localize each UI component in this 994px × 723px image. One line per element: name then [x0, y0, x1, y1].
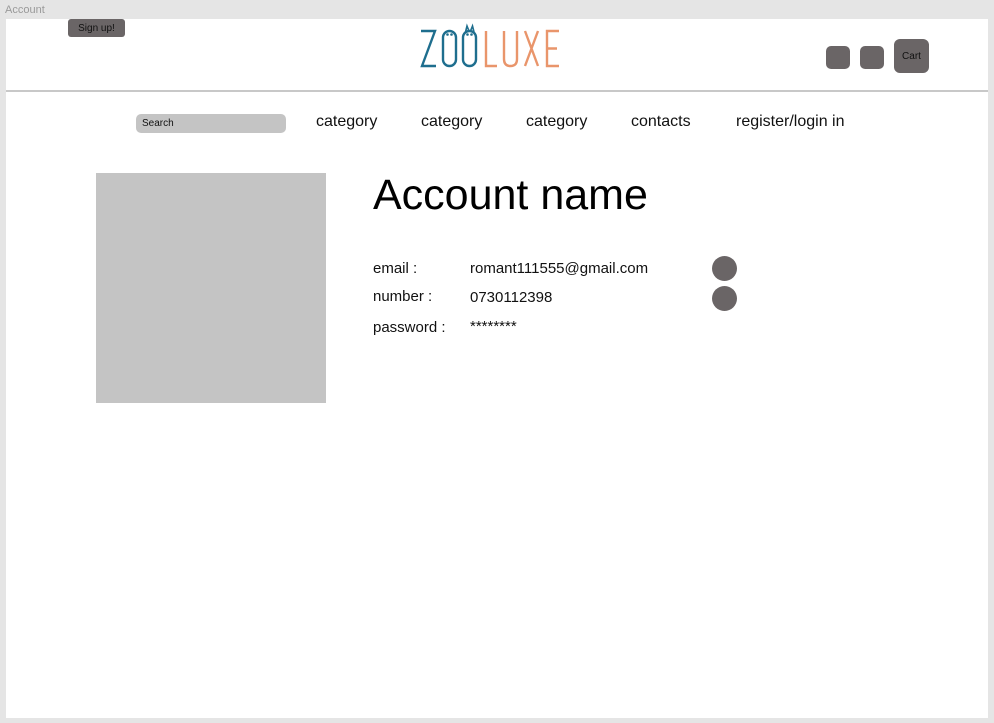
nav-item-category-2[interactable]: category [421, 113, 482, 131]
nav-item-register-login[interactable]: register/login in [736, 113, 845, 131]
signup-button-label: Sign up! [78, 22, 115, 34]
cart-button-label: Cart [902, 50, 921, 62]
number-label: number : [373, 288, 433, 305]
password-label: password : [373, 319, 446, 336]
zooluxe-logo[interactable] [418, 21, 568, 73]
nav-item-category-1[interactable]: category [316, 113, 377, 131]
search-input[interactable] [136, 114, 286, 133]
header-icon-button-1[interactable] [826, 46, 850, 69]
signup-button[interactable]: Sign up! [68, 19, 125, 37]
cart-button[interactable]: Cart [894, 39, 929, 73]
number-value: 0730112398 [470, 289, 553, 306]
logo-mark [420, 23, 559, 68]
email-value: romant111555@gmail.com [470, 260, 649, 277]
email-label: email : [373, 260, 418, 277]
nav-item-contacts[interactable]: contacts [631, 113, 691, 131]
header-icon-button-2[interactable] [860, 46, 884, 69]
edit-email-button[interactable] [712, 256, 737, 281]
nav-item-category-3[interactable]: category [526, 113, 587, 131]
frame-label: Account [5, 4, 45, 16]
password-value: ******** [470, 318, 517, 335]
header-divider [6, 90, 988, 92]
account-avatar-placeholder [96, 173, 326, 403]
edit-number-button[interactable] [712, 286, 737, 311]
account-page: Sign up! Cart Search category category c… [6, 19, 988, 718]
account-name-title: Account name [373, 171, 648, 219]
